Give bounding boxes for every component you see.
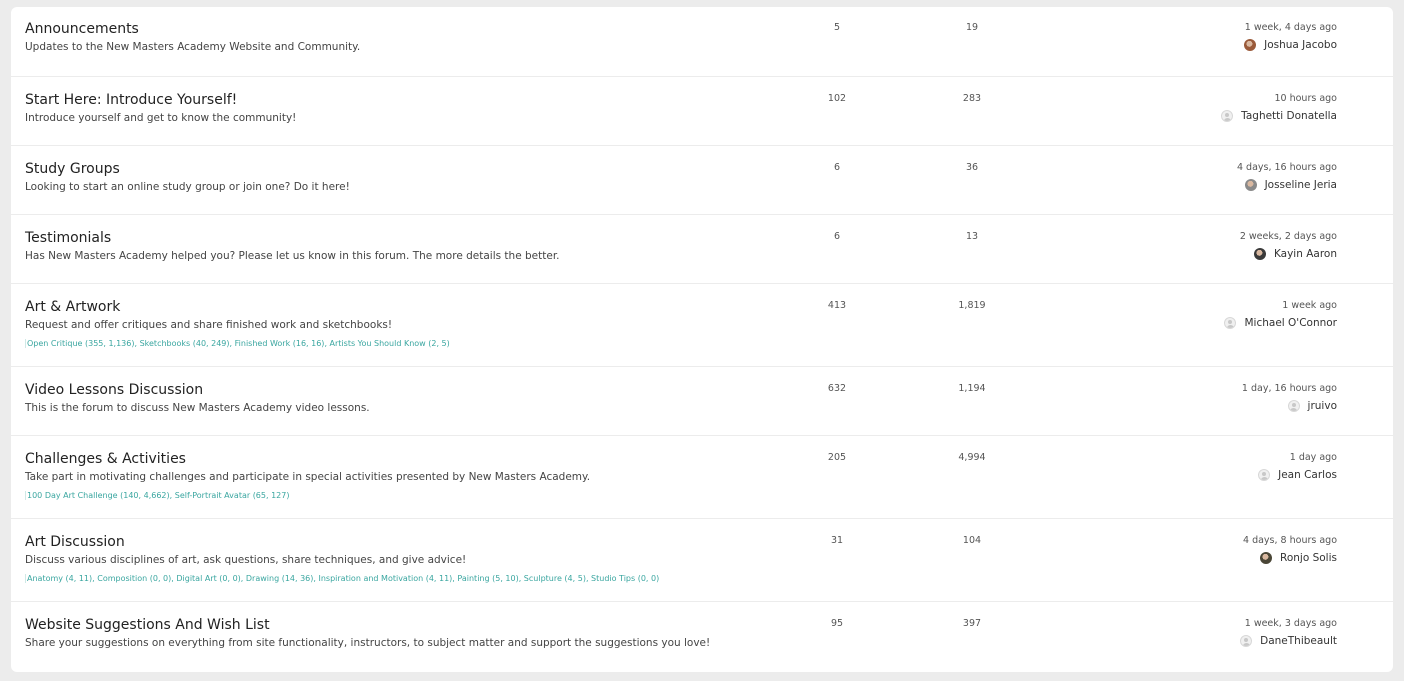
forum-description: Take part in motivating challenges and p… [25, 471, 591, 483]
avatar [1240, 635, 1253, 647]
subforum-link[interactable]: Digital Art (0, 0) [176, 574, 240, 583]
forum-row: Study Groups Looking to start an online … [11, 145, 1393, 214]
subforum-link[interactable]: Studio Tips (0, 0) [591, 574, 659, 583]
last-poster-name[interactable]: Michael O'Connor [1244, 317, 1337, 329]
topics-count: 31 [830, 535, 844, 546]
subforum-link[interactable]: Composition (0, 0) [97, 574, 171, 583]
last-post-time[interactable]: 1 week, 3 days ago [1245, 618, 1337, 629]
topics-count: 95 [830, 618, 844, 629]
forum-title[interactable]: Challenges & Activities [25, 451, 186, 467]
topics-count: 6 [833, 162, 841, 173]
topics-count: 102 [827, 93, 847, 104]
forum-description: Looking to start an online study group o… [25, 181, 350, 193]
avatar [1224, 317, 1237, 329]
forum-title[interactable]: Study Groups [25, 161, 120, 177]
subforum-link[interactable]: Finished Work (16, 16) [235, 339, 325, 348]
forum-description: Has New Masters Academy helped you? Plea… [25, 250, 560, 262]
forum-description: Request and offer critiques and share fi… [25, 319, 393, 331]
last-poster-name[interactable]: Taghetti Donatella [1241, 110, 1337, 122]
forum-title[interactable]: Art & Artwork [25, 299, 120, 315]
last-poster[interactable]: Kayin Aaron [1253, 248, 1337, 260]
last-post-time[interactable]: 1 day, 16 hours ago [1242, 383, 1337, 394]
subforum-link[interactable]: Open Critique (355, 1,136) [27, 339, 134, 348]
forum-description: Introduce yourself and get to know the c… [25, 112, 297, 124]
avatar [1253, 248, 1266, 260]
avatar [1258, 469, 1271, 481]
forum-row: Website Suggestions And Wish List Share … [11, 601, 1393, 670]
forum-title[interactable]: Website Suggestions And Wish List [25, 617, 270, 633]
forum-title[interactable]: Video Lessons Discussion [25, 382, 203, 398]
subforum-links: 100 Day Art Challenge (140, 4,662), Self… [25, 491, 289, 500]
last-poster[interactable]: Joshua Jacobo [1244, 39, 1337, 51]
last-poster-name[interactable]: Jean Carlos [1278, 469, 1337, 481]
forum-list: Announcements Updates to the New Masters… [11, 7, 1393, 672]
topics-count: 6 [833, 231, 841, 242]
last-post-time[interactable]: 1 week ago [1282, 300, 1337, 311]
posts-count: 13 [965, 231, 979, 242]
last-poster[interactable]: Ronjo Solis [1260, 552, 1337, 564]
last-poster-name[interactable]: Ronjo Solis [1280, 552, 1337, 564]
last-post-time[interactable]: 10 hours ago [1274, 93, 1337, 104]
posts-count: 4,994 [958, 452, 986, 463]
subforum-link[interactable]: Painting (5, 10) [457, 574, 518, 583]
topics-count: 632 [827, 383, 847, 394]
forum-row: Art Discussion Discuss various disciplin… [11, 518, 1393, 601]
last-poster[interactable]: DaneThibeault [1240, 635, 1337, 647]
last-poster[interactable]: Taghetti Donatella [1221, 110, 1337, 122]
forum-description: Updates to the New Masters Academy Websi… [25, 41, 361, 53]
posts-count: 19 [965, 22, 979, 33]
last-post-time[interactable]: 1 week, 4 days ago [1245, 22, 1337, 33]
posts-count: 283 [962, 93, 982, 104]
forum-row: Challenges & Activities Take part in mot… [11, 435, 1393, 518]
forum-description: This is the forum to discuss New Masters… [25, 402, 370, 414]
last-poster-name[interactable]: Joshua Jacobo [1264, 39, 1337, 51]
forum-title[interactable]: Art Discussion [25, 534, 125, 550]
forum-description: Discuss various disciplines of art, ask … [25, 554, 467, 566]
last-post-time[interactable]: 4 days, 8 hours ago [1243, 535, 1337, 546]
last-poster[interactable]: jruivo [1287, 400, 1337, 412]
forum-description: Share your suggestions on everything fro… [25, 637, 711, 649]
subforum-link[interactable]: Artists You Should Know (2, 5) [330, 339, 450, 348]
last-poster-name[interactable]: Josseline Jeria [1265, 179, 1337, 191]
posts-count: 1,819 [958, 300, 986, 311]
subforum-link[interactable]: Sculpture (4, 5) [524, 574, 586, 583]
avatar [1244, 39, 1257, 51]
topics-count: 5 [833, 22, 841, 33]
subforum-link[interactable]: Anatomy (4, 11) [27, 574, 92, 583]
avatar [1221, 110, 1234, 122]
avatar [1244, 179, 1257, 191]
forum-title[interactable]: Testimonials [25, 230, 111, 246]
subforum-link[interactable]: Self-Portrait Avatar (65, 127) [175, 491, 290, 500]
forum-row: Art & Artwork Request and offer critique… [11, 283, 1393, 366]
topics-count: 205 [827, 452, 847, 463]
forum-row: Testimonials Has New Masters Academy hel… [11, 214, 1393, 283]
forum-row: Start Here: Introduce Yourself! Introduc… [11, 76, 1393, 145]
last-post-time[interactable]: 1 day ago [1290, 452, 1337, 463]
subforum-links: Open Critique (355, 1,136), Sketchbooks … [25, 339, 450, 348]
last-poster[interactable]: Michael O'Connor [1224, 317, 1337, 329]
avatar [1287, 400, 1300, 412]
last-poster[interactable]: Josseline Jeria [1244, 179, 1337, 191]
last-poster-name[interactable]: jruivo [1308, 400, 1337, 412]
topics-count: 413 [827, 300, 847, 311]
forum-title[interactable]: Announcements [25, 21, 139, 37]
posts-count: 36 [965, 162, 979, 173]
posts-count: 104 [962, 535, 982, 546]
forum-title[interactable]: Start Here: Introduce Yourself! [25, 92, 237, 108]
subforum-link[interactable]: Inspiration and Motivation (4, 11) [318, 574, 452, 583]
posts-count: 1,194 [958, 383, 986, 394]
subforum-link[interactable]: Drawing (14, 36) [246, 574, 314, 583]
posts-count: 397 [962, 618, 982, 629]
last-post-time[interactable]: 4 days, 16 hours ago [1237, 162, 1337, 173]
avatar [1260, 552, 1273, 564]
last-post-time[interactable]: 2 weeks, 2 days ago [1240, 231, 1337, 242]
last-poster-name[interactable]: DaneThibeault [1260, 635, 1337, 647]
last-poster-name[interactable]: Kayin Aaron [1274, 248, 1337, 260]
subforum-link[interactable]: 100 Day Art Challenge (140, 4,662) [27, 491, 170, 500]
subforum-link[interactable]: Sketchbooks (40, 249) [140, 339, 230, 348]
subforum-links: Anatomy (4, 11), Composition (0, 0), Dig… [25, 574, 659, 583]
forum-row: Video Lessons Discussion This is the for… [11, 366, 1393, 435]
last-poster[interactable]: Jean Carlos [1258, 469, 1337, 481]
forum-row: Announcements Updates to the New Masters… [11, 7, 1393, 76]
